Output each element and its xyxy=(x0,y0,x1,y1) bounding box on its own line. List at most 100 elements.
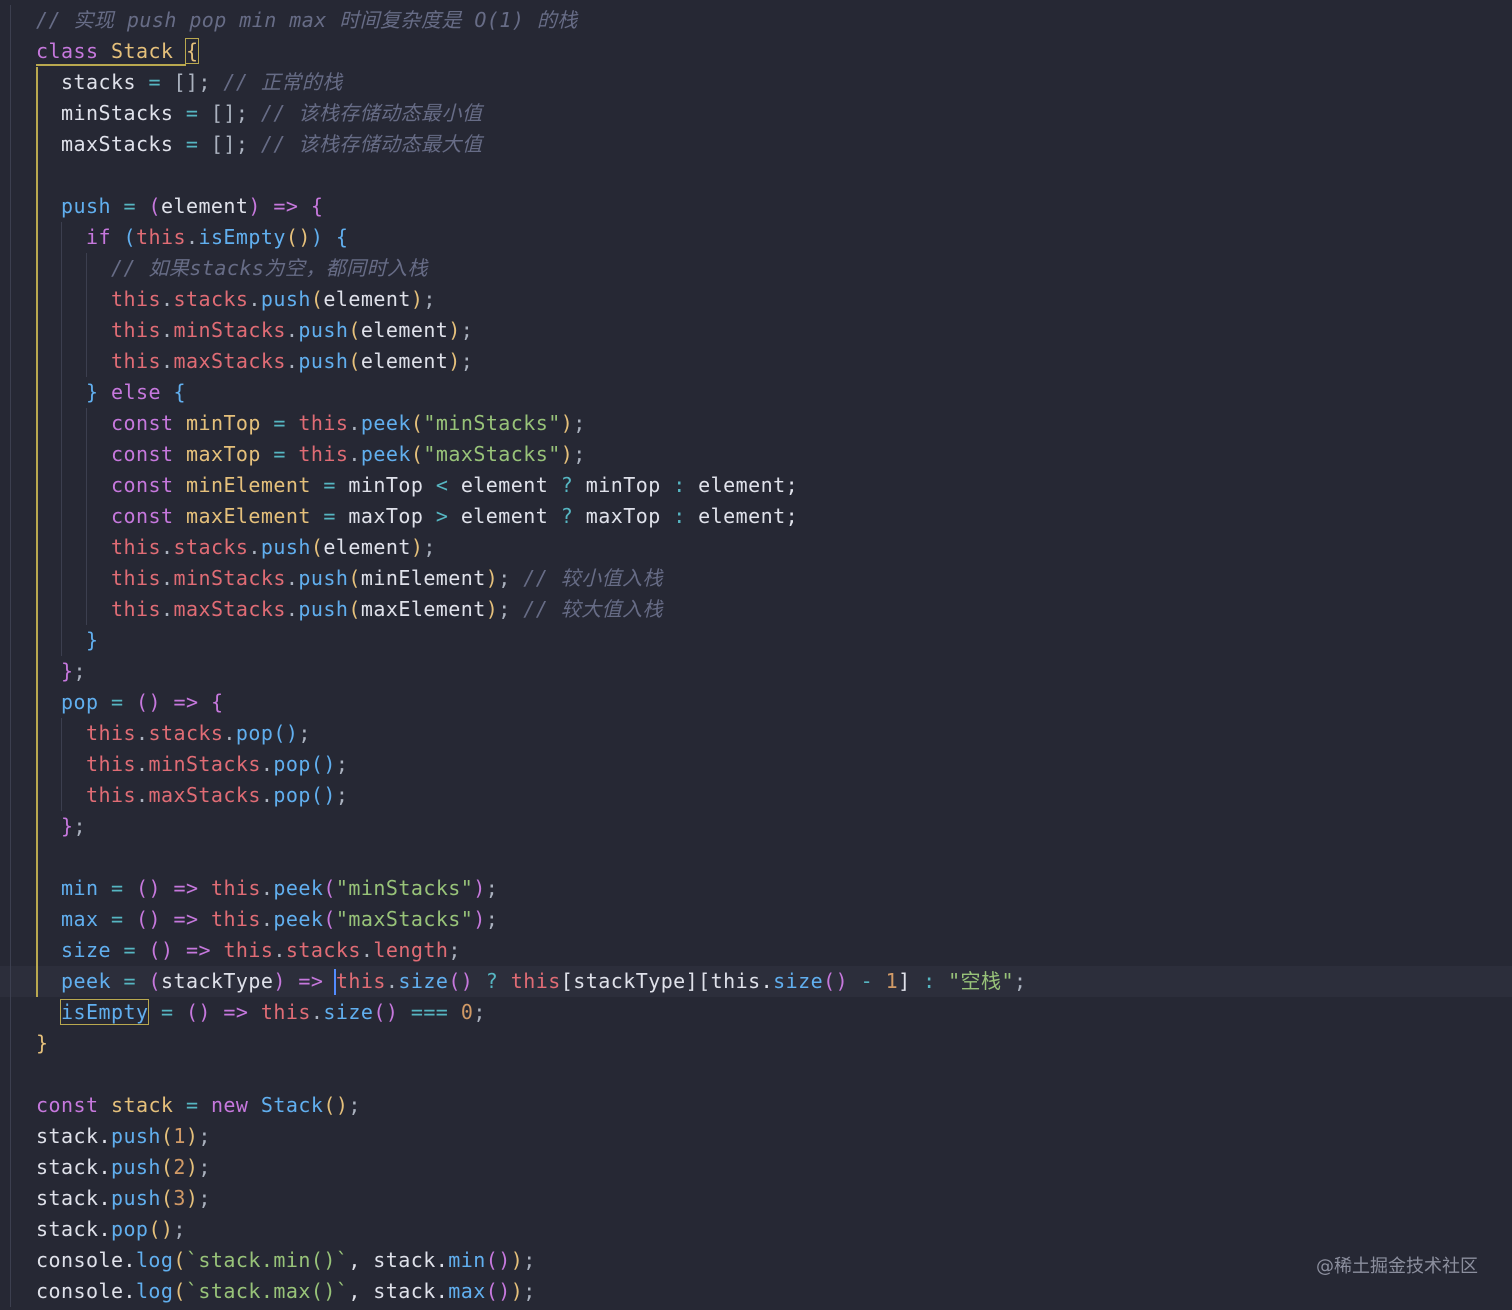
code-token: => xyxy=(173,690,199,714)
code-token: ? xyxy=(485,969,499,993)
code-token: push xyxy=(110,1186,161,1210)
code-token: . xyxy=(360,938,374,962)
code-token: ) xyxy=(185,1155,199,1179)
code-token: = xyxy=(148,70,161,94)
code-line[interactable]: const minTop = this.peek("minStacks"); xyxy=(111,408,586,439)
code-line[interactable]: class Stack { xyxy=(36,36,200,67)
code-line[interactable]: peek = (stackType) => this.size() ? this… xyxy=(61,966,1026,997)
code-line[interactable]: } xyxy=(36,1028,49,1059)
watermark: @稀土掘金技术社区 xyxy=(1316,1256,1478,1277)
code-token: { xyxy=(335,225,349,249)
code-line[interactable]: const maxElement = maxTop > element ? ma… xyxy=(111,501,798,532)
code-token: this xyxy=(223,938,274,962)
code-token: => xyxy=(223,1000,249,1024)
code-line[interactable]: min = () => this.peek("minStacks"); xyxy=(61,873,498,904)
code-line[interactable]: console.log(`stack.min()`, stack.min()); xyxy=(36,1245,536,1276)
code-token: = xyxy=(160,1000,174,1024)
code-line[interactable]: } else { xyxy=(86,377,186,408)
code-token: { xyxy=(210,690,224,714)
code-token: max xyxy=(61,907,99,931)
code-line[interactable]: minStacks = []; // 该栈存储动态最小值 xyxy=(61,98,482,129)
code-line[interactable]: const minElement = minTop < element ? mi… xyxy=(111,470,798,501)
code-token: "minStacks" xyxy=(423,411,561,435)
code-token: element xyxy=(360,318,449,342)
code-line[interactable]: this.maxStacks.push(element); xyxy=(111,346,473,377)
code-token: () xyxy=(148,938,174,962)
code-token: stacks xyxy=(61,70,149,94)
code-line[interactable]: this.stacks.pop(); xyxy=(86,718,311,749)
code-token: ; xyxy=(423,287,436,311)
code-token: ( xyxy=(148,194,161,218)
code-token: ( xyxy=(173,1279,186,1303)
code-token: ) xyxy=(485,566,499,590)
code-token: ) xyxy=(185,1124,199,1148)
code-token: ( xyxy=(310,535,324,559)
code-line[interactable]: this.minStacks.pop(); xyxy=(86,749,348,780)
code-line[interactable]: this.minStacks.push(element); xyxy=(111,315,473,346)
code-line[interactable]: this.stacks.push(element); xyxy=(111,532,436,563)
code-token: this xyxy=(111,566,161,590)
code-line[interactable]: if (this.isEmpty()) { xyxy=(86,222,348,253)
code-token: stacks xyxy=(285,938,361,962)
code-line[interactable]: }; xyxy=(61,656,86,687)
code-line[interactable]: const maxTop = this.peek("maxStacks"); xyxy=(111,439,586,470)
code-token: ( xyxy=(348,597,361,621)
code-line[interactable]: size = () => this.stacks.length; xyxy=(61,935,461,966)
code-token: ; xyxy=(173,1217,186,1241)
code-line[interactable]: // 实现 push pop min max 时间复杂度是 O(1) 的栈 xyxy=(36,5,578,36)
code-token: ) xyxy=(448,349,461,373)
code-token: ) xyxy=(410,287,424,311)
code-token: ( xyxy=(348,318,361,342)
code-token: size xyxy=(398,969,449,993)
code-line[interactable]: this.maxStacks.pop(); xyxy=(86,780,348,811)
code-editor[interactable]: // 实现 push pop min max 时间复杂度是 O(1) 的栈 cla… xyxy=(0,0,1512,1310)
code-token: this xyxy=(86,721,136,745)
code-token: // 该栈存储动态最小值 xyxy=(260,101,483,125)
code-token: . xyxy=(285,349,299,373)
code-token: ; xyxy=(485,907,499,931)
code-line[interactable]: push = (element) => { xyxy=(61,191,323,222)
code-token: []; xyxy=(210,101,261,125)
code-line[interactable]: // 如果stacks为空，都同时入栈 xyxy=(111,253,428,284)
code-token: ) xyxy=(560,411,574,435)
code-line[interactable]: const stack = new Stack(); xyxy=(36,1090,361,1121)
code-line[interactable]: pop = () => { xyxy=(61,687,223,718)
code-line[interactable]: stack.pop(); xyxy=(36,1214,186,1245)
code-line[interactable]: }; xyxy=(61,811,86,842)
code-token: () xyxy=(448,969,474,993)
code-token: element; xyxy=(685,473,799,497)
code-token: pop xyxy=(110,1217,149,1241)
code-token: : xyxy=(673,504,686,528)
code-line[interactable]: stack.push(2); xyxy=(36,1152,211,1183)
code-token: []; xyxy=(210,132,261,156)
code-line[interactable]: } xyxy=(86,625,99,656)
code-line[interactable]: stack.push(1); xyxy=(36,1121,211,1152)
code-token: maxTop xyxy=(573,504,674,528)
code-line[interactable]: max = () => this.peek("maxStacks"); xyxy=(61,904,498,935)
code-line[interactable]: stack.push(3); xyxy=(36,1183,211,1214)
indent-guide xyxy=(10,5,11,1307)
code-token: ; xyxy=(485,876,499,900)
code-token: ) xyxy=(410,535,424,559)
code-token: pop xyxy=(273,783,311,807)
code-line[interactable]: maxStacks = []; // 该栈存储动态最大值 xyxy=(61,129,482,160)
code-line[interactable]: console.log(`stack.max()`, stack.max()); xyxy=(36,1276,536,1307)
code-token: = xyxy=(110,876,124,900)
code-token: { xyxy=(184,38,200,64)
code-token: = xyxy=(185,1093,199,1117)
code-token: () xyxy=(323,1093,349,1117)
code-line[interactable]: this.minStacks.push(minElement); // 较小值入… xyxy=(111,563,663,594)
code-line[interactable]: isEmpty = () => this.size() === 0; xyxy=(59,997,486,1028)
code-token: const xyxy=(111,473,174,497)
code-line[interactable]: stacks = []; // 正常的栈 xyxy=(61,67,343,98)
code-token: push xyxy=(110,1124,161,1148)
code-token: minTop xyxy=(573,473,674,497)
code-line[interactable]: this.maxStacks.push(maxElement); // 较大值入… xyxy=(111,594,663,625)
code-line[interactable]: this.stacks.push(element); xyxy=(111,284,436,315)
